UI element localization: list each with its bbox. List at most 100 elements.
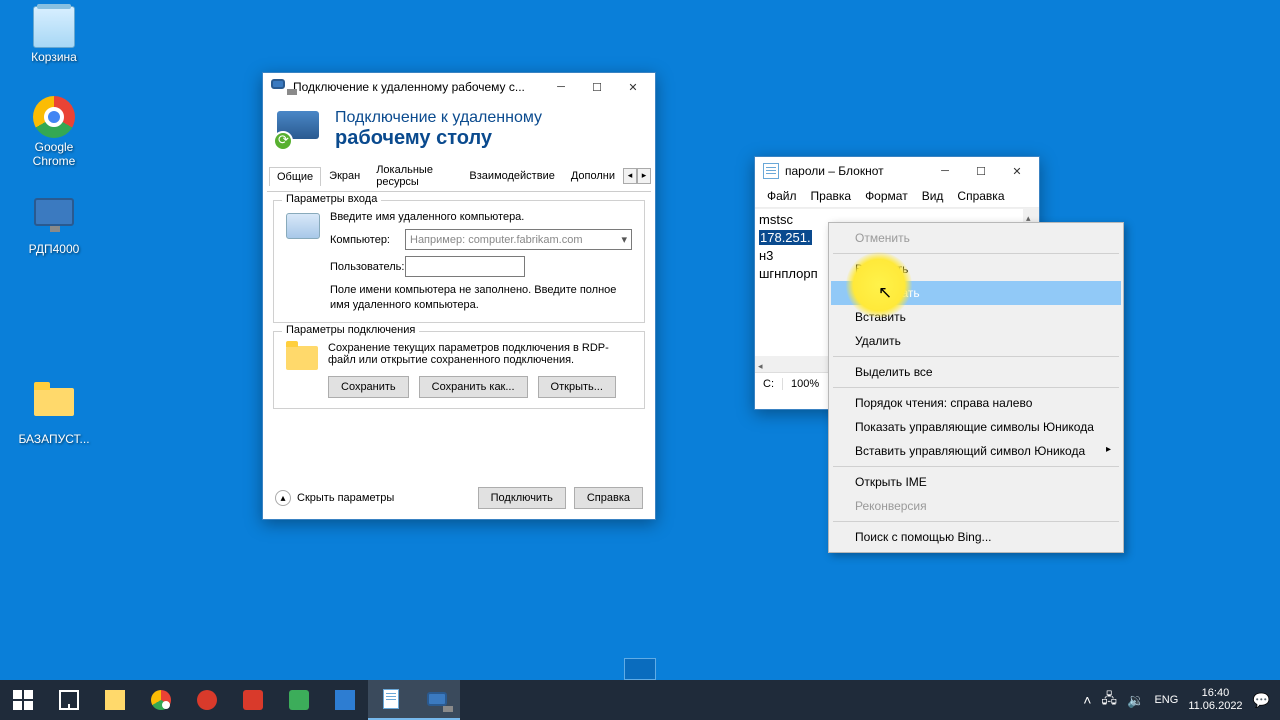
rdp-footer: ▴ Скрыть параметры Подключить Справка	[275, 487, 643, 509]
conn-desc: Сохранение текущих параметров подключени…	[328, 342, 632, 366]
maximize-button[interactable]: ☐	[963, 160, 999, 182]
selected-text: 178.251.	[759, 230, 812, 245]
icon-label: РДП4000	[18, 242, 90, 256]
taskbar-app[interactable]	[184, 680, 230, 720]
taskbar: ˄ 🖧 🔉 ENG 16:40 11.06.2022 💬	[0, 680, 1280, 720]
system-tray: ˄ 🖧 🔉 ENG 16:40 11.06.2022 💬	[1083, 687, 1280, 713]
taskbar-app-rdp[interactable]	[414, 680, 460, 720]
projector-silhouette	[624, 658, 656, 680]
chrome-icon	[33, 96, 75, 138]
icon-label: Google Chrome	[18, 140, 90, 168]
context-menu-item[interactable]: Удалить	[831, 329, 1121, 353]
menu-file[interactable]: Файл	[761, 187, 803, 205]
banner-line2: рабочему столу	[335, 127, 542, 150]
tray-notifications-icon[interactable]: 💬	[1253, 692, 1270, 709]
context-menu-item[interactable]: Вставить управляющий символ Юникода	[831, 439, 1121, 463]
icon-label: Корзина	[18, 50, 90, 64]
close-button[interactable]: ✕	[615, 76, 651, 98]
rdp-banner-icon	[277, 111, 325, 149]
context-menu-item[interactable]: Поиск с помощью Bing...	[831, 525, 1121, 549]
help-button[interactable]: Справка	[574, 487, 643, 509]
context-menu-item[interactable]: Открыть IME	[831, 470, 1121, 494]
computer-label: Компьютер:	[330, 234, 405, 246]
folder-icon	[34, 388, 74, 416]
menu-edit[interactable]: Правка	[805, 187, 858, 205]
taskbar-app-notepad[interactable]	[368, 680, 414, 720]
tray-network-icon[interactable]: 🖧	[1101, 688, 1117, 712]
computer-combobox[interactable]: Например: computer.fabrikam.com	[405, 229, 632, 250]
tray-language[interactable]: ENG	[1154, 694, 1178, 706]
minimize-button[interactable]: ─	[927, 160, 963, 182]
group-title: Параметры входа	[282, 193, 381, 205]
minimize-button[interactable]: ─	[543, 76, 579, 98]
banner-line1: Подключение к удаленному	[335, 109, 542, 127]
tab-general[interactable]: Общие	[269, 167, 321, 186]
group-login: Параметры входа Введите имя удаленного к…	[273, 200, 645, 323]
desktop-icon-rdp4000[interactable]: РДП4000	[18, 194, 90, 256]
collapse-icon[interactable]: ▴	[275, 490, 291, 506]
login-hint: Поле имени компьютера не заполнено. Введ…	[330, 283, 632, 312]
context-menu: Отменить ВырезатьКопироватьВставитьУдалит…	[828, 222, 1124, 553]
status-col: С:	[763, 378, 774, 390]
context-menu-item[interactable]: Показать управляющие символы Юникода	[831, 415, 1121, 439]
group-connection: Параметры подключения Сохранение текущих…	[273, 331, 645, 409]
start-button[interactable]	[0, 680, 46, 720]
save-as-button[interactable]: Сохранить как...	[419, 376, 528, 398]
rdp-banner: Подключение к удаленному рабочему столу	[263, 101, 655, 160]
icon-label: БАЗАПУСТ...	[18, 432, 90, 446]
menu-separator	[833, 466, 1119, 467]
user-input[interactable]	[405, 256, 525, 277]
menu-separator	[833, 356, 1119, 357]
login-prompt: Введите имя удаленного компьютера.	[330, 211, 632, 223]
tray-volume-icon[interactable]: 🔉	[1127, 692, 1144, 709]
context-menu-item[interactable]: Копировать	[831, 281, 1121, 305]
maximize-button[interactable]: ☐	[579, 76, 615, 98]
taskbar-app[interactable]	[276, 680, 322, 720]
status-zoom: 100%	[782, 378, 819, 390]
notepad-icon	[763, 163, 779, 179]
context-menu-item[interactable]: Вырезать	[831, 257, 1121, 281]
save-button[interactable]: Сохранить	[328, 376, 409, 398]
user-label: Пользователь:	[330, 261, 405, 273]
window-title: Подключение к удаленному рабочему с...	[293, 80, 543, 94]
notepad-menubar: Файл Правка Формат Вид Справка	[755, 185, 1039, 208]
rdp-window: Подключение к удаленному рабочему с... ─…	[262, 72, 656, 520]
context-menu-item[interactable]: Порядок чтения: справа налево	[831, 391, 1121, 415]
taskbar-app[interactable]	[322, 680, 368, 720]
connect-button[interactable]: Подключить	[478, 487, 566, 509]
open-button[interactable]: Открыть...	[538, 376, 616, 398]
tray-chevron-icon[interactable]: ˄	[1083, 692, 1091, 708]
menu-view[interactable]: Вид	[916, 187, 950, 205]
context-menu-item[interactable]: Вставить	[831, 305, 1121, 329]
context-menu-item[interactable]: Выделить все	[831, 360, 1121, 384]
tab-local-resources[interactable]: Локальные ресурсы	[368, 160, 461, 191]
task-view-button[interactable]	[46, 680, 92, 720]
menu-separator	[833, 253, 1119, 254]
titlebar[interactable]: Подключение к удаленному рабочему с... ─…	[263, 73, 655, 101]
menu-help[interactable]: Справка	[951, 187, 1010, 205]
context-menu-item: Отменить	[831, 226, 1121, 250]
taskbar-app[interactable]	[138, 680, 184, 720]
titlebar[interactable]: пароли – Блокнот ─ ☐ ✕	[755, 157, 1039, 185]
window-title: пароли – Блокнот	[785, 164, 927, 178]
desktop-icon-chrome[interactable]: Google Chrome	[18, 96, 90, 168]
monitor-icon	[34, 198, 74, 226]
tray-clock[interactable]: 16:40 11.06.2022	[1188, 687, 1242, 713]
desktop-icon-recycle-bin[interactable]: Корзина	[18, 6, 90, 64]
tab-display[interactable]: Экран	[321, 166, 368, 185]
menu-format[interactable]: Формат	[859, 187, 914, 205]
group-title: Параметры подключения	[282, 324, 419, 336]
taskbar-app[interactable]	[92, 680, 138, 720]
context-menu-item: Реконверсия	[831, 494, 1121, 518]
close-button[interactable]: ✕	[999, 160, 1035, 182]
tab-advanced[interactable]: Дополни	[563, 166, 623, 185]
tab-scroll[interactable]: ◂▸	[623, 168, 651, 184]
hide-params-link[interactable]: Скрыть параметры	[297, 492, 394, 504]
folder-icon	[286, 346, 318, 370]
desktop-icon-folder[interactable]: БАЗАПУСТ...	[18, 380, 90, 446]
tab-experience[interactable]: Взаимодействие	[461, 166, 562, 185]
taskbar-app[interactable]	[230, 680, 276, 720]
menu-separator	[833, 521, 1119, 522]
rdp-tabs: Общие Экран Локальные ресурсы Взаимодейс…	[267, 160, 651, 192]
menu-separator	[833, 387, 1119, 388]
